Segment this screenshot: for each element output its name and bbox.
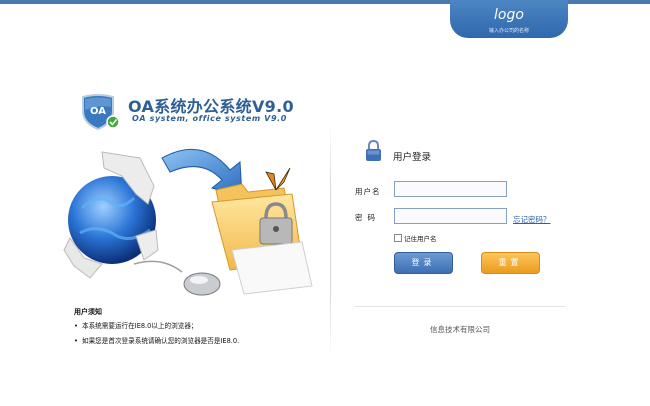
username-input[interactable] [394,181,507,197]
notice-item: 本系统需要运行在IE8.0以上的浏览器； [74,319,334,334]
oa-badge-text: OA [90,106,106,117]
user-notice: 用户须知 本系统需要运行在IE8.0以上的浏览器； 如果您是首次登录系统请确认您… [74,307,334,349]
company-name: 信息技术有限公司 [430,325,490,334]
notice-list: 本系统需要运行在IE8.0以上的浏览器； 如果您是首次登录系统请确认您的浏览器是… [74,319,334,349]
password-input[interactable] [394,208,507,224]
butterfly-icon [265,167,291,191]
notice-item: 如果您是首次登录系统请确认您的浏览器是否是IE8.0. [74,334,334,349]
logo-text: logo [494,7,524,23]
mouse-icon [133,260,221,296]
lock-icon [366,140,381,161]
document-icon [231,241,313,295]
login-title: 用户登录 [393,152,432,163]
brand-subtitle: OA system, office system V9.0 [132,114,287,123]
forgot-password-link[interactable]: 忘记密码？ [513,214,551,225]
vertical-divider [330,120,331,360]
username-label: 用户名 [355,187,381,196]
remember-label: 记住用户名 [404,235,437,243]
logo-subtitle: 输入办公司的名称 [488,28,529,34]
notice-title: 用户须知 [74,308,102,316]
globe-puzzle-icon [63,151,159,279]
login-button[interactable]: 登录 [394,252,453,274]
password-label: 密码 [355,213,380,222]
oa-shield-icon: OA [82,94,120,131]
brand-header: OA OA系统办公系统V9.0 OA system, office system… [80,91,340,131]
hero-illustration [63,148,313,296]
footer-divider [355,306,565,307]
logo-tab: logo 输入办公司的名称 [450,0,568,38]
remember-checkbox[interactable] [394,234,402,242]
reset-button[interactable]: 重置 [481,252,540,274]
